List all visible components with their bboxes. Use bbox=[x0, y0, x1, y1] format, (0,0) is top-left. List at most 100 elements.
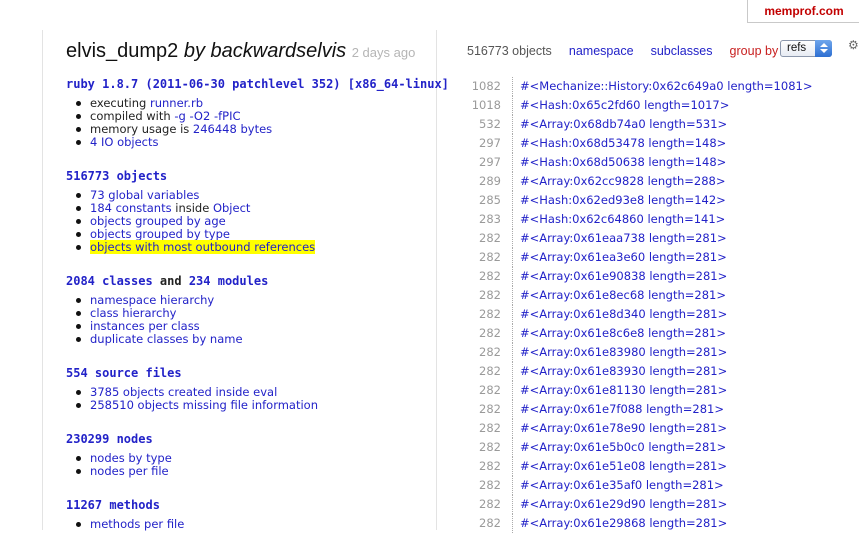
ref-count: 282 bbox=[479, 421, 501, 435]
object-link[interactable]: #<Array:0x61eaa738 length=281> bbox=[520, 231, 727, 245]
ref-count: 282 bbox=[479, 459, 501, 473]
object-link[interactable]: #<Hash:0x65c2fd60 length=1017> bbox=[520, 98, 729, 112]
compiled-flags-link[interactable]: -g -O2 -fPIC bbox=[174, 109, 240, 123]
row-divider bbox=[512, 77, 514, 96]
list-item: 1018 #<Hash:0x65c2fd60 length=1017> bbox=[467, 96, 859, 115]
group-by-select[interactable]: refs bbox=[780, 40, 832, 57]
methods-section: 11267 methods methods per file bbox=[66, 498, 432, 531]
object-link[interactable]: #<Hash:0x62c64860 length=141> bbox=[520, 212, 725, 226]
source-heading[interactable]: 554 source files bbox=[66, 366, 432, 380]
column-divider bbox=[436, 30, 437, 530]
duplicate-classes-link[interactable]: duplicate classes by name bbox=[90, 332, 243, 346]
list-item: 297 #<Hash:0x68d53478 length=148> bbox=[467, 134, 859, 153]
references-list: 1082 #<Mechanize::History:0x62c649a0 leng… bbox=[467, 77, 859, 533]
object-link[interactable]: #<Array:0x61e83980 length=281> bbox=[520, 345, 727, 359]
list-item: 282 #<Array:0x61e8d340 length=281> bbox=[467, 305, 859, 324]
object-link[interactable]: #<Array:0x61e8c6e8 length=281> bbox=[520, 326, 726, 340]
object-link[interactable]: #<Array:0x68db74a0 length=531> bbox=[520, 117, 727, 131]
io-objects-link[interactable]: 4 IO objects bbox=[90, 135, 159, 149]
ruby-heading[interactable]: ruby 1.8.7 (2011-06-30 patchlevel 352) [… bbox=[66, 77, 449, 91]
missing-file-info-link[interactable]: 258510 objects missing file information bbox=[90, 398, 318, 412]
object-count: 516773 objects bbox=[467, 44, 552, 58]
nodes-heading[interactable]: 230299 nodes bbox=[66, 432, 432, 446]
ref-count: 285 bbox=[479, 193, 501, 207]
object-link[interactable]: #<Array:0x61e29d90 length=281> bbox=[520, 497, 727, 511]
constants-inside-label: inside bbox=[171, 201, 213, 215]
list-item: 282 #<Array:0x61e35af0 length=281> bbox=[467, 476, 859, 495]
object-link[interactable]: #<Hash:0x62ed93e8 length=142> bbox=[520, 193, 726, 207]
ref-count: 289 bbox=[479, 174, 501, 188]
classes-section: 2084 classes and 234 modules namespace h… bbox=[66, 274, 432, 346]
row-divider bbox=[512, 191, 514, 210]
brand-tab[interactable]: memprof.com bbox=[747, 0, 859, 23]
classes-count-link[interactable]: 2084 classes bbox=[66, 274, 153, 288]
ref-count: 297 bbox=[479, 136, 501, 150]
methods-per-file-link[interactable]: methods per file bbox=[90, 517, 184, 531]
class-hierarchy-link[interactable]: class hierarchy bbox=[90, 306, 176, 320]
global-variables-link[interactable]: 73 global variables bbox=[90, 188, 199, 202]
outbound-item: objects with most outbound references bbox=[76, 240, 432, 254]
left-divider bbox=[42, 30, 43, 530]
eval-objects-link[interactable]: 3785 objects created inside eval bbox=[90, 385, 277, 399]
row-divider bbox=[512, 286, 514, 305]
object-link[interactable]: #<Array:0x61e35af0 length=281> bbox=[520, 478, 724, 492]
row-divider bbox=[512, 457, 514, 476]
object-link[interactable]: #<Array:0x61e81130 length=281> bbox=[520, 383, 727, 397]
object-link[interactable]: #<Hash:0x68d50638 length=148> bbox=[520, 155, 726, 169]
object-link[interactable]: #<Array:0x61e8ec68 length=281> bbox=[520, 288, 726, 302]
outbound-references-link[interactable]: objects with most outbound references bbox=[90, 240, 316, 254]
row-divider bbox=[512, 172, 514, 191]
dump-summary: elvis_dump2 by backwardselvis 2 days ago… bbox=[66, 40, 449, 551]
ref-count: 1018 bbox=[471, 98, 501, 112]
object-link[interactable]: #<Array:0x61e78e90 length=281> bbox=[520, 421, 727, 435]
list-item: 258510 objects missing file information bbox=[76, 398, 432, 412]
constants-link[interactable]: 184 constants bbox=[90, 201, 172, 215]
object-link[interactable]: #<Array:0x61e29868 length=281> bbox=[520, 516, 727, 530]
namespace-hierarchy-link[interactable]: namespace hierarchy bbox=[90, 293, 214, 307]
row-divider bbox=[512, 267, 514, 286]
nodes-per-file-link[interactable]: nodes per file bbox=[90, 464, 169, 478]
brand-link[interactable]: memprof.com bbox=[764, 4, 843, 18]
object-link[interactable]: #<Array:0x61e51e08 length=281> bbox=[520, 459, 727, 473]
gear-icon[interactable]: ⚙ bbox=[848, 38, 859, 52]
object-link[interactable]: #<Array:0x61e7f088 length=281> bbox=[520, 402, 724, 416]
nodes-by-type-link[interactable]: nodes by type bbox=[90, 451, 172, 465]
ref-count: 282 bbox=[479, 478, 501, 492]
group-by-value: refs bbox=[787, 42, 807, 54]
object-link[interactable]: #<Array:0x61ea3e60 length=281> bbox=[520, 250, 727, 264]
subclasses-link[interactable]: subclasses bbox=[651, 44, 713, 58]
row-divider bbox=[512, 381, 514, 400]
row-divider bbox=[512, 153, 514, 172]
instances-per-class-link[interactable]: instances per class bbox=[90, 319, 200, 333]
ref-count: 282 bbox=[479, 288, 501, 302]
object-link[interactable]: #<Array:0x62cc9828 length=288> bbox=[520, 174, 725, 188]
memory-value-link[interactable]: 246448 bytes bbox=[193, 122, 272, 136]
row-divider bbox=[512, 134, 514, 153]
object-link[interactable]: #<Array:0x61e90838 length=281> bbox=[520, 269, 727, 283]
executing-label: executing bbox=[90, 96, 150, 110]
objects-heading[interactable]: 516773 objects bbox=[66, 169, 432, 183]
ref-count: 282 bbox=[479, 231, 501, 245]
list-item: 1082 #<Mechanize::History:0x62c649a0 leng… bbox=[467, 77, 859, 96]
row-divider bbox=[512, 476, 514, 495]
object-link[interactable]: Object bbox=[213, 201, 250, 215]
objects-by-age-link[interactable]: objects grouped by age bbox=[90, 214, 226, 228]
memory-label: memory usage is bbox=[90, 122, 193, 136]
list-item: 282 #<Array:0x61e90838 length=281> bbox=[467, 267, 859, 286]
object-link[interactable]: #<Array:0x61e8d340 length=281> bbox=[520, 307, 727, 321]
modules-count-link[interactable]: 234 modules bbox=[189, 274, 268, 288]
executing-file-link[interactable]: runner.rb bbox=[150, 96, 203, 110]
namespace-link[interactable]: namespace bbox=[569, 44, 634, 58]
classes-heading: 2084 classes and 234 modules bbox=[66, 274, 432, 288]
dump-author: by backwardselvis bbox=[183, 40, 347, 62]
object-link[interactable]: #<Array:0x61e83930 length=281> bbox=[520, 364, 727, 378]
object-link[interactable]: #<Hash:0x68d53478 length=148> bbox=[520, 136, 726, 150]
list-item: 282 #<Array:0x61e5b0c0 length=281> bbox=[467, 438, 859, 457]
row-divider bbox=[512, 210, 514, 229]
row-divider bbox=[512, 115, 514, 134]
object-link[interactable]: #<Array:0x61e5b0c0 length=281> bbox=[520, 440, 726, 454]
list-item: nodes per file bbox=[76, 464, 432, 478]
object-link[interactable]: #<Mechanize::History:0x62c649a0 length=1… bbox=[520, 79, 812, 93]
methods-heading[interactable]: 11267 methods bbox=[66, 498, 432, 512]
objects-by-type-link[interactable]: objects grouped by type bbox=[90, 227, 230, 241]
